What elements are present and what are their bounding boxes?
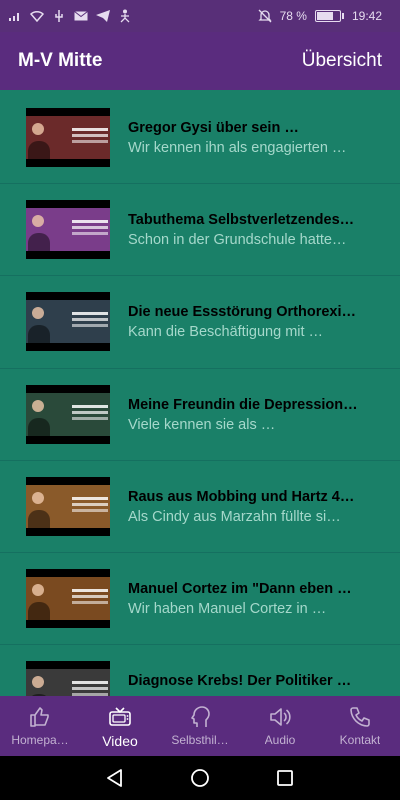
system-navigation-bar xyxy=(0,756,400,800)
video-list[interactable]: Gregor Gysi über sein … Wir kennen ihn al… xyxy=(0,92,400,696)
nav-selbsthilfe[interactable]: Selbsthil… xyxy=(160,696,240,756)
recents-icon[interactable] xyxy=(274,767,296,789)
nav-homepage[interactable]: Homepa… xyxy=(0,696,80,756)
video-description: Als Cindy aus Marzahn füllte si… xyxy=(128,508,341,525)
usb-icon xyxy=(52,9,66,23)
video-description: Schon in der Grundschule hatte… xyxy=(128,232,347,249)
video-title: Meine Freundin die Depression… xyxy=(128,396,358,413)
video-title: Die neue Essstörung Orthorexi… xyxy=(128,304,357,321)
app-bar: M-V Mitte Übersicht xyxy=(0,32,400,90)
video-thumbnail[interactable] xyxy=(26,108,110,167)
nav-label: Selbsthil… xyxy=(171,733,229,747)
battery-percent: 78 % xyxy=(279,9,307,23)
nav-label: Audio xyxy=(264,733,296,747)
video-title: Tabuthema Selbstverletzendes… xyxy=(128,212,355,229)
video-list-item[interactable]: Raus aus Mobbing und Hartz 4… Als Cindy a… xyxy=(0,461,400,553)
head-profile-icon xyxy=(191,706,210,727)
mute-bell-icon xyxy=(258,9,272,23)
bottom-navigation: Homepa… Video Selbsthil… Audio Kontakt xyxy=(0,696,400,756)
video-thumbnail[interactable] xyxy=(26,476,110,536)
video-thumbnail[interactable] xyxy=(26,661,110,696)
video-list-item[interactable]: Gregor Gysi über sein … Wir kennen ihn al… xyxy=(0,92,400,185)
telegram-icon xyxy=(96,9,110,23)
video-thumbnail[interactable] xyxy=(26,384,110,444)
nav-label: Homepa… xyxy=(11,733,69,747)
wifi-icon xyxy=(30,9,44,23)
mail-icon xyxy=(74,9,88,23)
thumbs-up-icon xyxy=(30,707,49,727)
video-description: Kann die Beschäftigung mit … xyxy=(128,324,324,341)
app-title: M-V Mitte xyxy=(18,50,103,71)
home-icon[interactable] xyxy=(189,767,211,789)
video-list-item[interactable]: Meine Freundin die Depression… Viele kenn… xyxy=(0,369,400,461)
nav-label: Video xyxy=(102,733,138,749)
signal-icon xyxy=(8,9,22,23)
video-list-item[interactable]: Diagnose Krebs! Der Politiker … xyxy=(0,645,400,696)
video-title: Raus aus Mobbing und Hartz 4… xyxy=(128,488,355,505)
status-bar: 78 % 19:42 xyxy=(0,0,400,32)
video-title: Gregor Gysi über sein … xyxy=(128,120,299,136)
video-list-item[interactable]: Die neue Essstörung Orthorexi… Kann die B… xyxy=(0,276,400,369)
video-thumbnail[interactable] xyxy=(26,200,110,260)
back-icon[interactable] xyxy=(104,767,126,789)
nav-label: Kontakt xyxy=(339,733,381,747)
phone-icon xyxy=(350,707,370,727)
battery-icon xyxy=(314,10,344,22)
video-list-item[interactable]: Manuel Cortez im "Dann eben … Wir haben M… xyxy=(0,553,400,646)
video-title: Diagnose Krebs! Der Politiker … xyxy=(128,673,352,690)
person-icon xyxy=(118,9,132,23)
nav-audio[interactable]: Audio xyxy=(240,696,320,756)
tv-icon xyxy=(109,707,131,726)
clock: 19:42 xyxy=(351,9,382,23)
video-description: Wir kennen ihn als engagierten … xyxy=(128,140,347,156)
nav-video[interactable]: Video xyxy=(80,696,160,756)
speaker-icon xyxy=(270,708,291,726)
video-thumbnail[interactable] xyxy=(26,292,110,352)
nav-kontakt[interactable]: Kontakt xyxy=(320,696,400,756)
video-list-item[interactable]: Tabuthema Selbstverletzendes… Schon in de… xyxy=(0,184,400,277)
video-description: Viele kennen sie als … xyxy=(128,416,276,433)
overview-button[interactable]: Übersicht xyxy=(302,50,382,72)
video-thumbnail[interactable] xyxy=(26,568,110,628)
video-title: Manuel Cortez im "Dann eben … xyxy=(128,580,352,597)
video-description: Wir haben Manuel Cortez in … xyxy=(128,600,327,617)
